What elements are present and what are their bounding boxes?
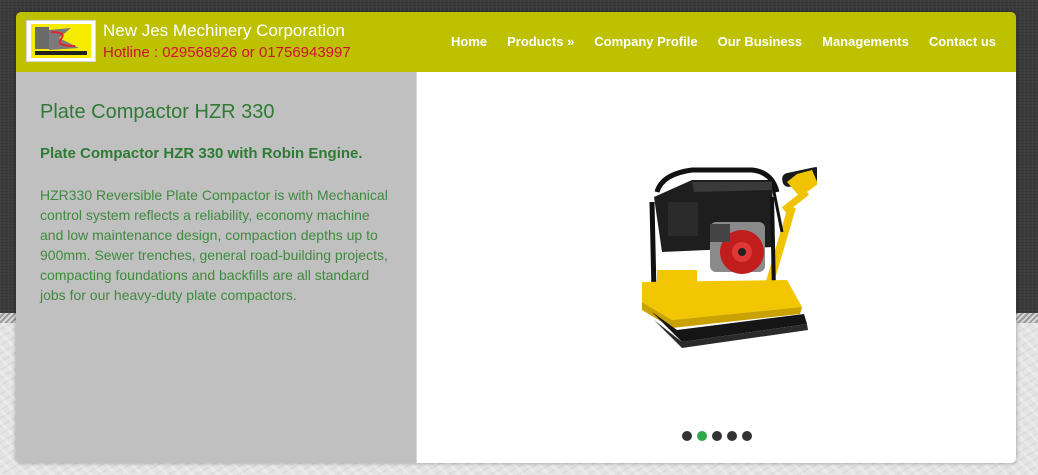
nav-home[interactable]: Home — [451, 34, 487, 49]
nav-contact-us[interactable]: Contact us — [929, 34, 996, 49]
product-subtitle: Plate Compactor HZR 330 with Robin Engin… — [40, 145, 363, 162]
main-nav: Home Products » Company Profile Our Busi… — [451, 34, 996, 49]
site-header: New Jes Mechinery Corporation Hotline : … — [16, 12, 1016, 72]
nav-products[interactable]: Products » — [507, 34, 574, 49]
nav-managements[interactable]: Managements — [822, 34, 909, 49]
product-description: HZR330 Reversible Plate Compactor is wit… — [40, 187, 388, 303]
main-container: New Jes Mechinery Corporation Hotline : … — [16, 12, 1016, 463]
nav-our-business[interactable]: Our Business — [718, 34, 803, 49]
slider-dot-2[interactable] — [697, 431, 707, 441]
slider-dot-5[interactable] — [742, 431, 752, 441]
company-logo-icon[interactable] — [26, 20, 96, 62]
slider-dot-4[interactable] — [727, 431, 737, 441]
slider-pagination — [682, 431, 752, 441]
product-title: Plate Compactor HZR 330 — [40, 101, 275, 123]
slider-dot-3[interactable] — [712, 431, 722, 441]
plate-compactor-image — [642, 167, 822, 348]
image-slider — [416, 72, 1016, 463]
product-image — [632, 152, 822, 357]
hotline-text: Hotline : 029568926 or 01756943997 — [103, 44, 351, 61]
brand-name: New Jes Mechinery Corporation — [103, 21, 345, 40]
logo-mark — [31, 24, 91, 58]
slider-dot-1[interactable] — [682, 431, 692, 441]
nav-company-profile[interactable]: Company Profile — [594, 34, 697, 49]
product-info-panel: Plate Compactor HZR 330 Plate Compactor … — [16, 72, 416, 463]
logo-graphic-icon — [31, 24, 91, 58]
